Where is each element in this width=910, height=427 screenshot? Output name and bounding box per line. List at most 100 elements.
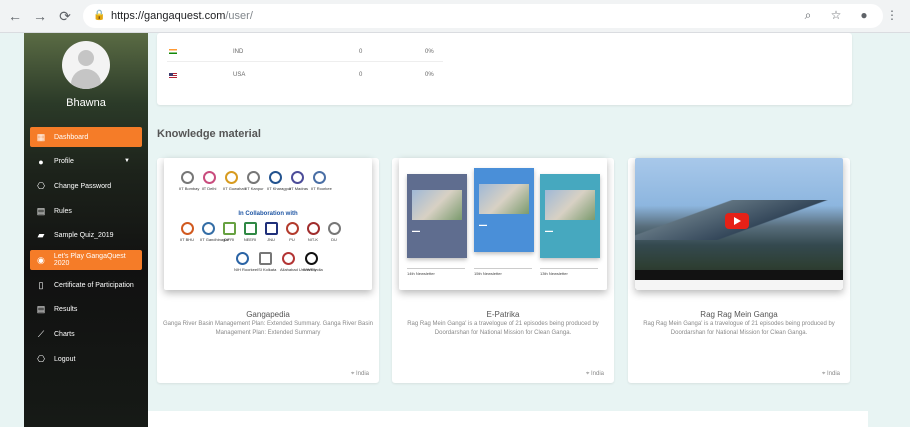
card-location: ⌖ India: [586, 371, 604, 378]
sidebar: Bhawna ▦ Dashboard ● Profile ▼ ⎔ Change …: [24, 33, 148, 427]
newsletter-label: 14th Newsletter: [407, 268, 465, 276]
country-count: 0: [359, 48, 363, 55]
institution-logo: IIT Kanpur: [245, 171, 264, 191]
institution-logo: DU: [326, 222, 342, 242]
country-percent: 0%: [425, 72, 434, 78]
lock-icon: ⎔: [37, 180, 45, 191]
url-path: /user/: [225, 10, 253, 22]
address-bar[interactable]: 🔒 https://gangaquest.com /user/: [83, 4, 883, 28]
country-code: IND: [233, 48, 244, 55]
video-player[interactable]: [635, 158, 843, 290]
newsletter-label: 13th Newsletter: [540, 268, 598, 276]
reload-icon[interactable]: ⟳: [55, 6, 75, 26]
card-image[interactable]: IIT Bombay IIT Delhi IIT Guwahati IIT Ka…: [164, 158, 372, 290]
logo-label: IIT BHU: [179, 237, 195, 242]
newsletter-label: 15th Newsletter: [474, 268, 532, 276]
logo-label: NIT-K: [307, 237, 319, 242]
institution-logo: NEERI: [242, 222, 258, 242]
section-title: Knowledge material: [157, 128, 261, 140]
institution-logo: NIT-K: [305, 222, 321, 242]
institution-logo: IIT Kharagpur: [267, 171, 292, 191]
play-icon: ◉: [37, 254, 45, 265]
youtube-play-icon[interactable]: [725, 213, 749, 229]
sidebar-item-dashboard[interactable]: ▦ Dashboard: [30, 127, 142, 147]
avatar: [62, 41, 110, 89]
logo-label: IIT Bombay: [179, 186, 200, 191]
sidebar-item-lets-play[interactable]: ◉ Let's Play GangaQuest 2020: [30, 250, 142, 271]
logo-label: ISI Kolkata: [257, 267, 277, 272]
zoom-icon[interactable]: ⌕: [800, 8, 816, 23]
institution-logo: NIH Roorkee: [234, 252, 258, 272]
institution-logo: IIT Roorkee: [311, 171, 332, 191]
logo-label: Allahabad University: [280, 267, 317, 272]
institution-logo: IIT Madras: [289, 171, 308, 191]
card-description: Rag Rag Mein Ganga' is a travelogue of 2…: [643, 321, 835, 336]
logo-label: NEERI: [243, 237, 257, 242]
logo-label: CIFRI: [223, 237, 235, 242]
usa-flag-icon: [169, 72, 177, 78]
sidebar-item-rules[interactable]: ▤ Rules: [30, 201, 142, 221]
card-description: Rag Rag Mein Ganga' is a travelogue of 2…: [407, 321, 599, 336]
country-percent: 0%: [425, 48, 434, 55]
chevron-down-icon: ▼: [124, 157, 130, 164]
results-icon: ▤: [36, 304, 46, 315]
sidebar-item-label: Let's Play GangaQuest 2020: [53, 253, 126, 268]
logout-icon: ⎔: [37, 353, 45, 364]
institution-logo: JNU: [263, 222, 279, 242]
sidebar-item-label: Logout: [54, 355, 76, 363]
menu-dots-icon[interactable]: ⋮: [884, 8, 900, 23]
knowledge-card-epatrika[interactable]: ▬▬ ▬▬ ▬▬ 14th Newsletter 15th Newsletter…: [392, 158, 614, 383]
card-title: Rag Rag Mein Ganga: [700, 310, 778, 319]
sidebar-item-results[interactable]: ▤ Results: [30, 300, 142, 320]
institution-logo: Allahabad University: [280, 252, 317, 272]
collaboration-heading: In Collaboration with: [238, 211, 298, 217]
logo-label: IIT Delhi: [201, 186, 217, 191]
card-image[interactable]: [635, 158, 843, 290]
dashboard-icon: ▦: [36, 131, 46, 142]
sidebar-item-label: Rules: [54, 207, 72, 215]
quiz-icon: ▰: [37, 230, 45, 241]
card-location: ⌖ India: [822, 371, 840, 378]
video-caption-bar: [635, 280, 843, 290]
logo-label: IIT Kanpur: [245, 186, 264, 191]
logo-label: IIT Gandhinagar: [200, 237, 229, 242]
institution-logo: IIT Gandhinagar: [200, 222, 229, 242]
sidebar-item-label: Sample Quiz_2019: [54, 232, 114, 240]
card-location-text: India: [826, 371, 840, 377]
certificate-icon: ▯: [38, 279, 44, 290]
account-icon[interactable]: ●: [856, 8, 872, 23]
logo-label: IIT Roorkee: [311, 186, 332, 191]
user-name: Bhawna: [66, 97, 106, 109]
sidebar-item-certificate[interactable]: ▯ Certificate of Participation: [30, 275, 142, 295]
table-row: USA 0 0%: [167, 65, 443, 85]
forward-icon[interactable]: →: [30, 6, 50, 26]
institution-logo: IIT Delhi: [201, 171, 217, 191]
lock-icon: 🔒: [93, 10, 106, 21]
logo-label: IIT Kharagpur: [267, 186, 292, 191]
country-code: USA: [233, 72, 246, 78]
sidebar-item-label: Change Password: [54, 182, 112, 190]
sidebar-item-label: Profile: [54, 158, 74, 166]
bookmark-star-icon[interactable]: ☆: [828, 8, 844, 23]
sidebar-item-profile[interactable]: ● Profile ▼: [30, 152, 142, 172]
sidebar-item-change-password[interactable]: ⎔ Change Password: [30, 176, 142, 196]
back-icon[interactable]: ←: [5, 6, 25, 26]
card-title: E-Patrika: [486, 310, 520, 319]
card-location-text: India: [355, 371, 369, 377]
institution-logo: CIFRI: [221, 222, 237, 242]
sidebar-item-sample-quiz[interactable]: ▰ Sample Quiz_2019: [30, 226, 142, 246]
logo-label: NIH Roorkee: [234, 267, 258, 272]
sidebar-item-logout[interactable]: ⎔ Logout: [30, 349, 142, 369]
sidebar-item-charts[interactable]: ⟋ Charts: [30, 325, 142, 345]
logo-label: IIT Guwahati: [223, 186, 246, 191]
knowledge-card-rag-rag-mein-ganga[interactable]: Rag Rag Mein Ganga Rag Rag Mein Ganga' i…: [628, 158, 850, 383]
bottom-card: [148, 411, 868, 427]
card-location-text: India: [590, 371, 604, 377]
url-host: https://gangaquest.com: [111, 10, 226, 22]
card-description: Ganga River Basin Management Plan: Exten…: [163, 321, 373, 336]
table-row: IND 0 0%: [167, 42, 443, 62]
knowledge-card-gangapedia[interactable]: IIT Bombay IIT Delhi IIT Guwahati IIT Ka…: [157, 158, 379, 383]
card-image[interactable]: ▬▬ ▬▬ ▬▬ 14th Newsletter 15th Newsletter…: [399, 158, 607, 290]
institution-logo: IIT BHU: [179, 222, 195, 242]
video-controls-bar[interactable]: [635, 270, 843, 280]
